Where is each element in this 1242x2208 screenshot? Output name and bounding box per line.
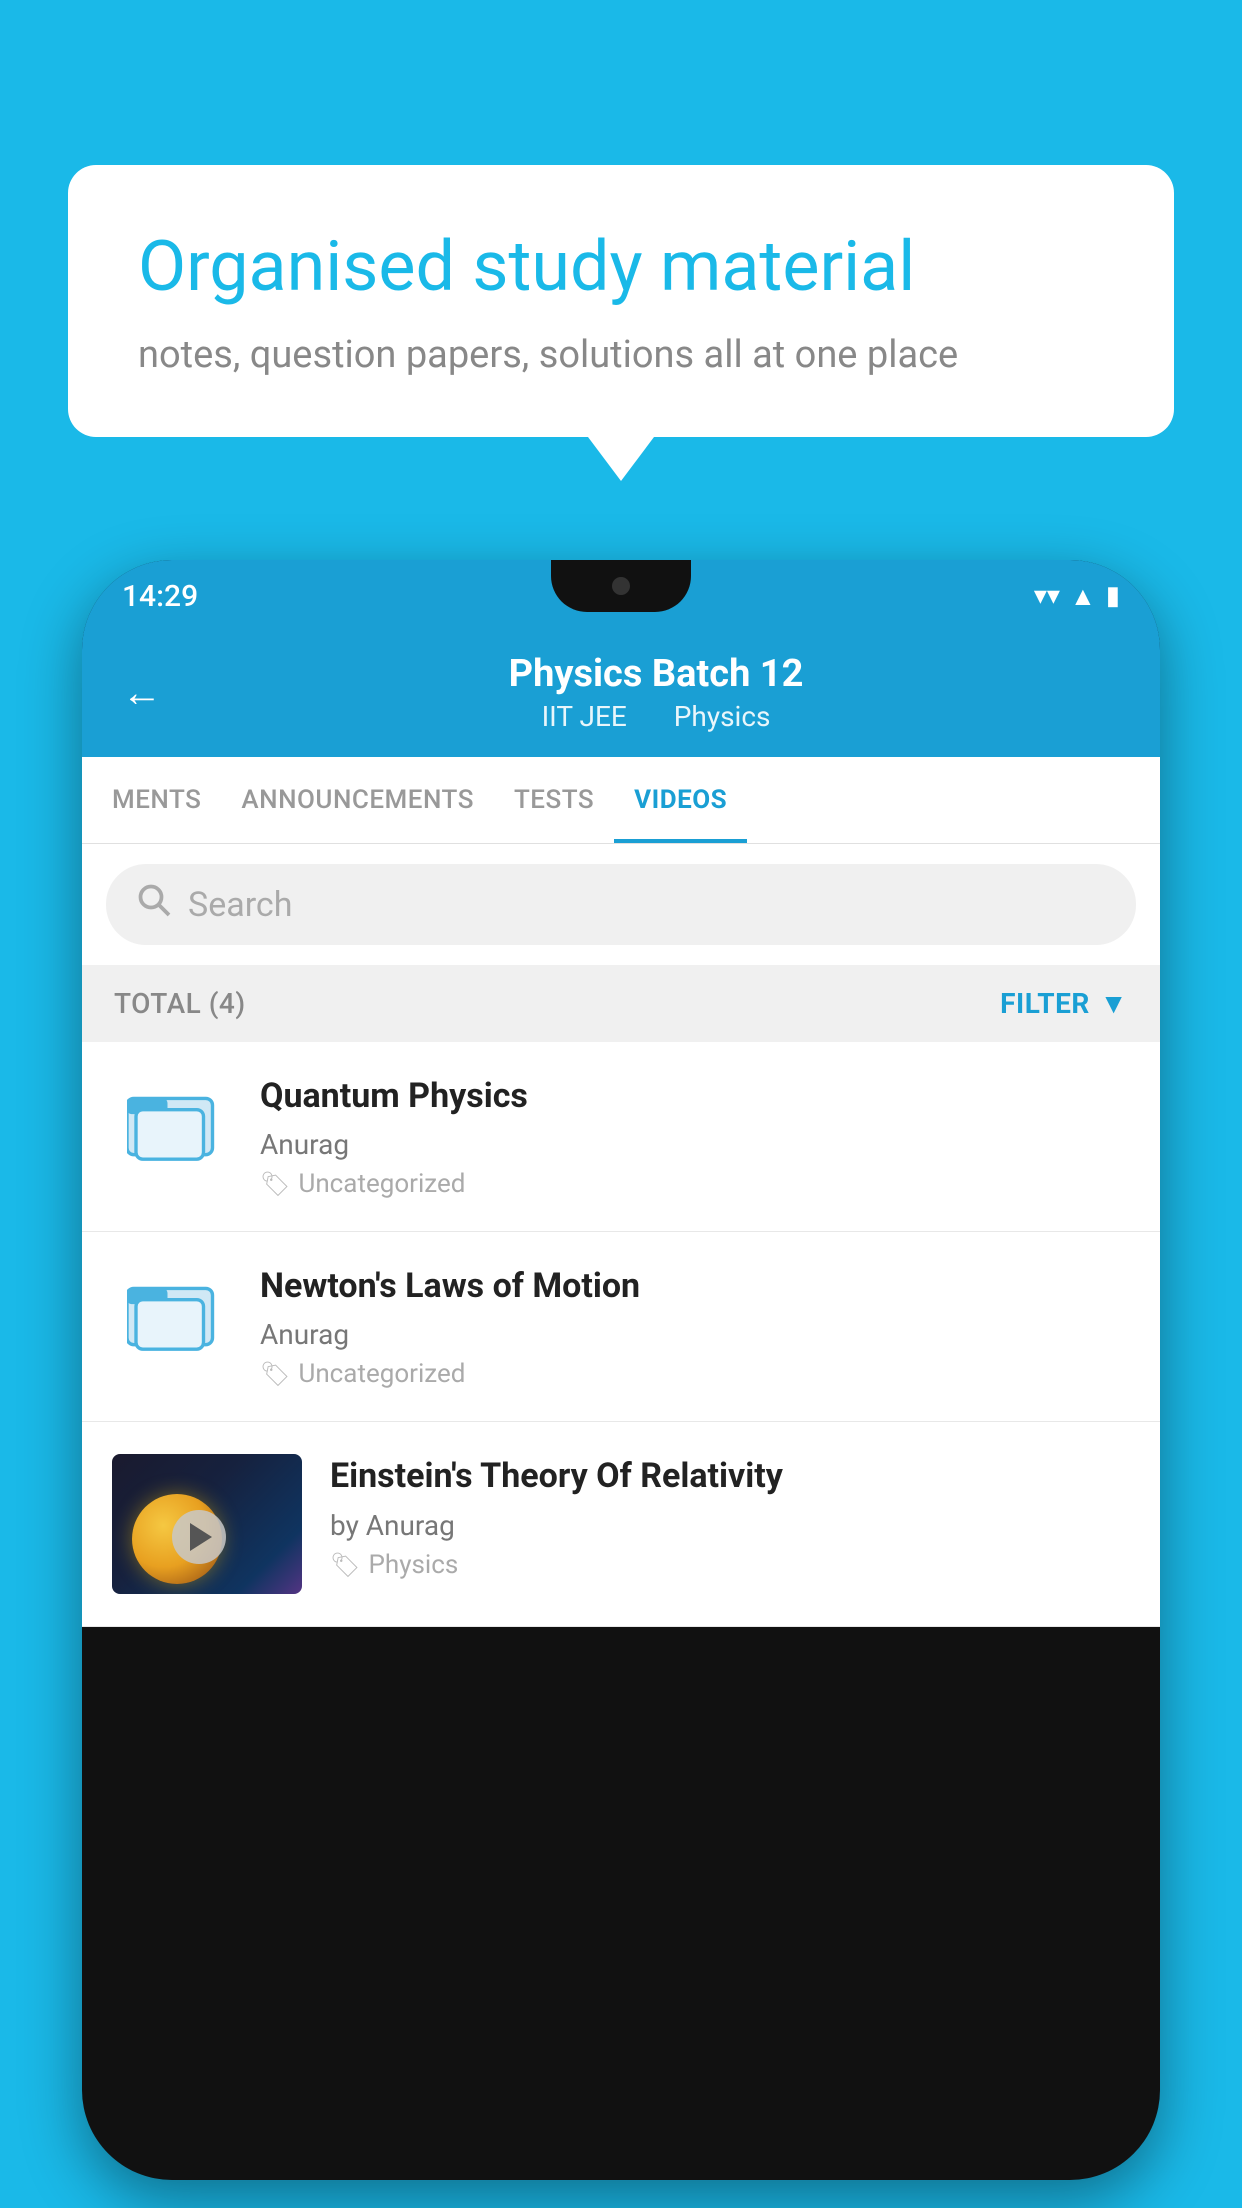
list-item[interactable]: Einstein's Theory Of Relativity by Anura… [82,1422,1160,1627]
video-tag-text-2: Uncategorized [298,1359,465,1389]
play-button[interactable] [172,1510,226,1564]
video-author-3: by Anurag [330,1509,1130,1542]
folder-icon [127,1272,217,1356]
video-tag-3: 🏷 Physics [330,1550,1130,1580]
filter-bar: TOTAL (4) FILTER ▼ [82,965,1160,1042]
list-item[interactable]: Newton's Laws of Motion Anurag 🏷 Uncateg… [82,1232,1160,1422]
search-bar[interactable]: Search [106,864,1136,945]
phone-notch [551,560,691,612]
tab-announcements[interactable]: ANNOUNCEMENTS [221,757,494,843]
video-author-2: Anurag [260,1318,1130,1351]
video-tag-1: 🏷 Uncategorized [260,1169,1130,1199]
tag-icon-3: 🏷 [330,1551,360,1579]
list-item[interactable]: Quantum Physics Anurag 🏷 Uncategorized [82,1042,1160,1232]
video-title-1: Quantum Physics [260,1074,1130,1118]
camera-dot [612,577,630,595]
video-title-3: Einstein's Theory Of Relativity [330,1454,1130,1498]
filter-label: FILTER [1000,987,1090,1020]
video-tag-2: 🏷 Uncategorized [260,1359,1130,1389]
video-tag-text-1: Uncategorized [298,1169,465,1199]
status-time: 14:29 [122,579,198,614]
filter-button[interactable]: FILTER ▼ [1000,987,1128,1020]
status-bar: 14:29 ▾▾ ▲ ▮ [82,560,1160,632]
video-info-2: Newton's Laws of Motion Anurag 🏷 Uncateg… [260,1264,1130,1389]
back-button[interactable]: ← [122,673,162,713]
phone-content: Search TOTAL (4) FILTER ▼ [82,844,1160,1627]
video-tag-text-3: Physics [368,1550,458,1580]
speech-bubble-card: Organised study material notes, question… [68,165,1174,437]
speech-bubble-heading: Organised study material [138,225,1104,309]
video-author-1: Anurag [260,1128,1130,1161]
tab-ments[interactable]: MENTS [92,757,221,843]
video-thumbnail-3 [112,1454,302,1594]
tab-tests[interactable]: TESTS [494,757,614,843]
play-triangle-icon [190,1523,212,1551]
video-thumb-2 [112,1264,232,1364]
app-header: ← Physics Batch 12 IIT JEE Physics [82,632,1160,757]
search-placeholder: Search [188,885,292,925]
folder-icon [127,1082,217,1166]
wifi-icon: ▾▾ [1034,581,1060,611]
header-subtitle: IIT JEE Physics [192,700,1120,733]
speech-bubble-subtext: notes, question papers, solutions all at… [138,333,1104,377]
tag-icon-1: 🏷 [260,1170,290,1198]
video-thumb-1 [112,1074,232,1174]
tabs-bar: MENTS ANNOUNCEMENTS TESTS VIDEOS [82,757,1160,844]
total-count: TOTAL (4) [114,987,246,1020]
header-subtitle-iitjee: IIT JEE [542,700,627,733]
video-info-3: Einstein's Theory Of Relativity by Anura… [330,1454,1130,1579]
tab-videos[interactable]: VIDEOS [614,757,747,843]
header-text: Physics Batch 12 IIT JEE Physics [192,652,1120,733]
battery-icon: ▮ [1106,581,1120,611]
phone-frame: 14:29 ▾▾ ▲ ▮ ← Physics Batch 12 IIT JEE … [82,560,1160,2180]
video-title-2: Newton's Laws of Motion [260,1264,1130,1308]
header-subtitle-physics: Physics [674,700,771,733]
tag-icon-2: 🏷 [260,1360,290,1388]
signal-icon: ▲ [1070,581,1096,612]
search-icon [136,882,172,927]
video-list: Quantum Physics Anurag 🏷 Uncategorized [82,1042,1160,1627]
status-icons: ▾▾ ▲ ▮ [1034,581,1120,612]
search-bar-wrapper: Search [82,844,1160,965]
speech-bubble: Organised study material notes, question… [68,165,1174,437]
video-info-1: Quantum Physics Anurag 🏷 Uncategorized [260,1074,1130,1199]
header-title: Physics Batch 12 [192,652,1120,696]
filter-funnel-icon: ▼ [1100,987,1128,1020]
